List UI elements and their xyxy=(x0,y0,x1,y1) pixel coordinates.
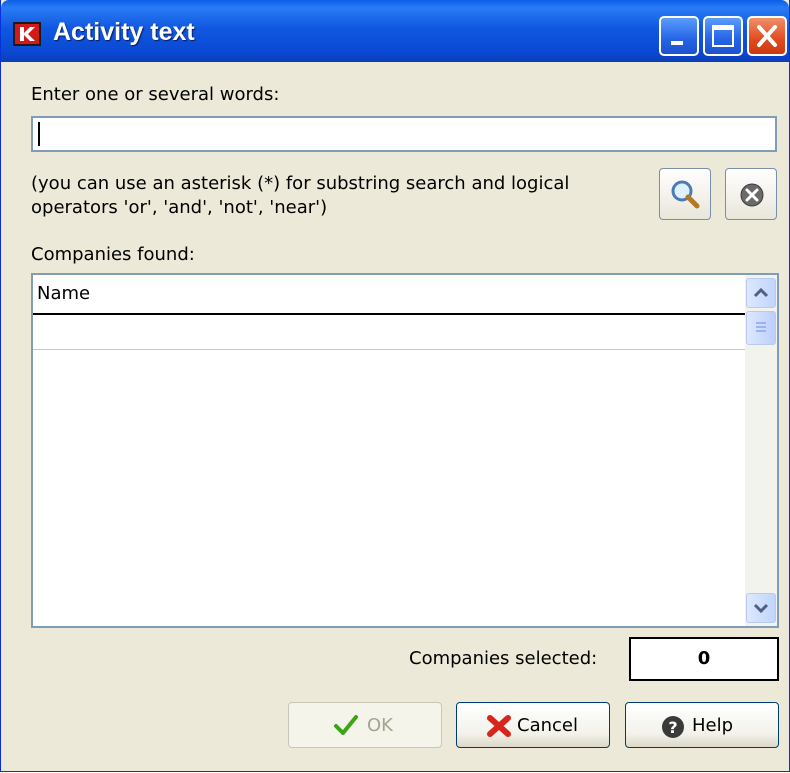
companies-list[interactable]: Name xyxy=(31,273,779,628)
grip-icon xyxy=(756,322,766,332)
column-header-name[interactable]: Name xyxy=(33,275,745,315)
minimize-button[interactable] xyxy=(659,16,699,56)
table-row[interactable] xyxy=(33,315,745,350)
help-button[interactable]: ? Help xyxy=(625,702,779,748)
close-button[interactable] xyxy=(747,16,787,56)
column-header-label: Name xyxy=(37,283,91,304)
search-label: Enter one or several words: xyxy=(31,84,280,105)
text-cursor xyxy=(38,122,40,146)
search-input[interactable] xyxy=(31,116,777,152)
title-bar[interactable]: Activity text xyxy=(1,0,789,62)
minimize-icon xyxy=(671,41,683,45)
scroll-up-button[interactable] xyxy=(746,278,776,308)
checkmark-icon xyxy=(334,715,358,735)
red-x-icon xyxy=(487,715,511,737)
scroll-thumb[interactable] xyxy=(746,311,776,345)
search-hint: (you can use an asterisk (*) for substri… xyxy=(31,172,641,220)
selected-count-label: Companies selected: xyxy=(409,648,598,669)
app-logo-icon xyxy=(13,22,41,46)
magnifier-icon xyxy=(671,180,700,209)
clear-button[interactable] xyxy=(725,168,777,220)
search-hint-line-2: operators 'or', 'and', 'not', 'near') xyxy=(31,197,328,218)
maximize-button[interactable] xyxy=(703,16,743,56)
ok-button[interactable]: OK xyxy=(288,702,442,748)
results-label: Companies found: xyxy=(31,244,195,265)
help-button-label: Help xyxy=(692,715,734,736)
chevron-down-icon xyxy=(753,603,769,614)
activity-text-dialog: Activity text Enter one or several words… xyxy=(0,0,790,772)
chevron-up-icon xyxy=(753,287,769,298)
scroll-down-button[interactable] xyxy=(746,593,776,623)
help-question-icon: ? xyxy=(662,716,684,738)
ok-button-label: OK xyxy=(367,715,393,736)
cancel-button-label: Cancel xyxy=(517,715,578,736)
maximize-icon xyxy=(712,25,734,47)
clear-circle-icon xyxy=(740,183,764,207)
window-title: Activity text xyxy=(53,18,195,46)
search-hint-line-1: (you can use an asterisk (*) for substri… xyxy=(31,173,570,194)
vertical-scrollbar[interactable] xyxy=(745,275,777,626)
svg-text:?: ? xyxy=(668,718,677,737)
cancel-button[interactable]: Cancel xyxy=(456,702,610,748)
search-button[interactable] xyxy=(659,168,711,220)
selected-count-value: 0 xyxy=(629,637,779,681)
close-icon xyxy=(757,25,777,47)
